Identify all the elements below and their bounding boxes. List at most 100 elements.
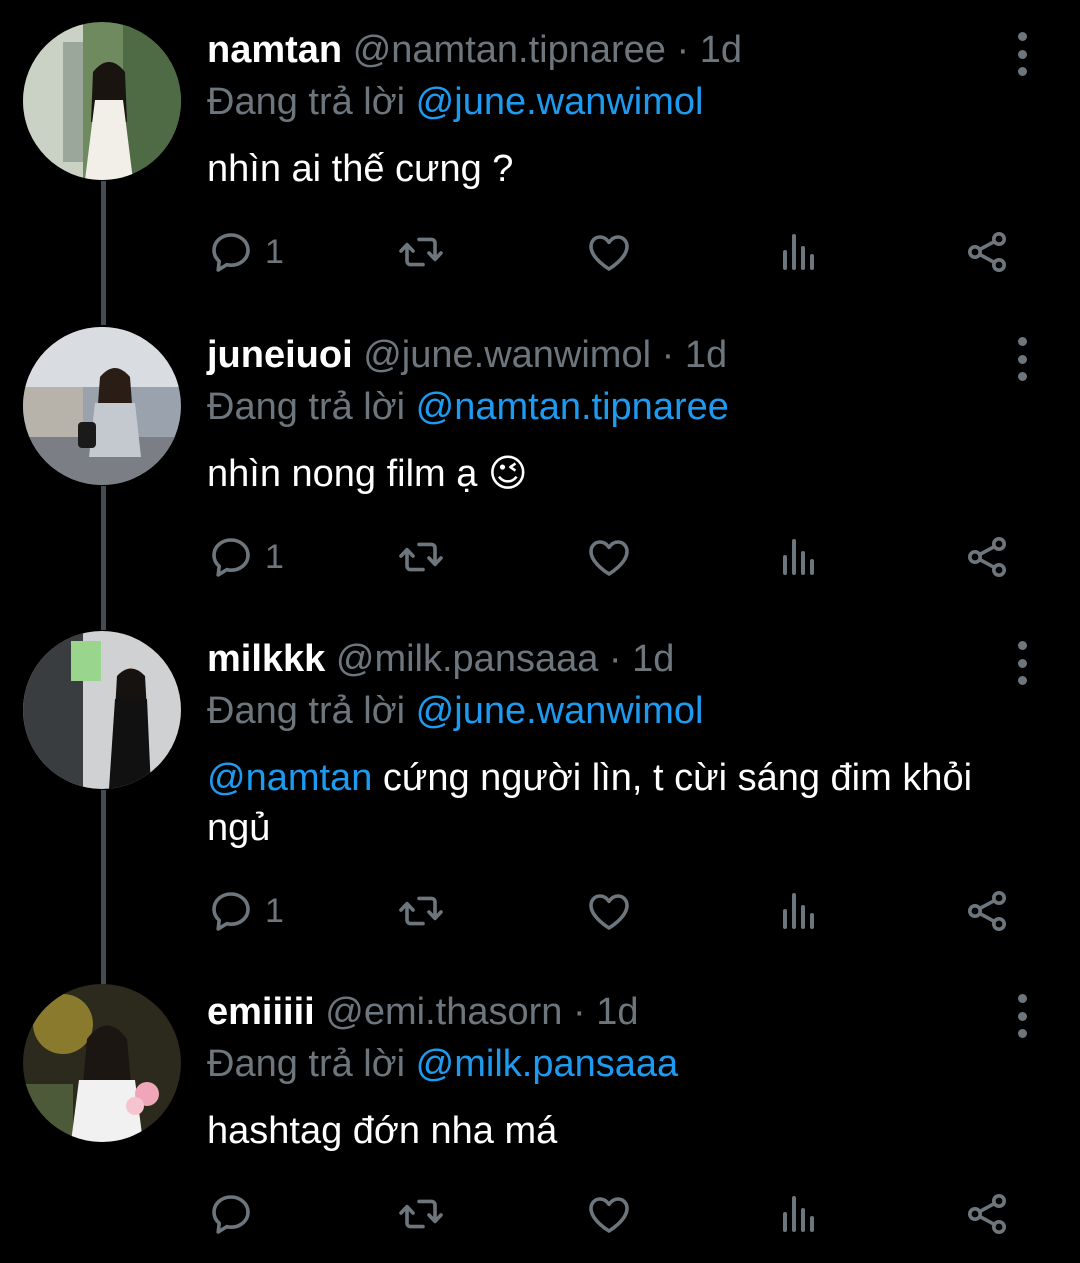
reply-icon <box>207 533 255 581</box>
reply-button[interactable]: 1 <box>207 527 284 587</box>
tweet-text: hashtag đớn nha má <box>207 1106 1007 1156</box>
tweet[interactable]: emiiiii @emi.thasorn · 1d Đang trả lời @… <box>0 984 1080 1263</box>
retweet-icon <box>397 1190 445 1238</box>
action-bar: 1 <box>0 881 1080 941</box>
user-handle[interactable]: @namtan.tipnaree <box>353 29 666 71</box>
reply-count: 1 <box>265 891 284 930</box>
share-icon <box>963 887 1011 935</box>
tweet-text: nhìn nong film ạ 😉 <box>207 449 1007 499</box>
display-name[interactable]: juneiuoi <box>207 334 353 376</box>
reply-icon <box>207 228 255 276</box>
tweet[interactable]: milkkk @milk.pansaaa · 1d Đang trả lời @… <box>0 631 1080 981</box>
display-name[interactable]: emiiiii <box>207 991 315 1033</box>
reply-icon <box>207 887 255 935</box>
retweet-button[interactable] <box>397 881 445 941</box>
replying-to-mention[interactable]: @milk.pansaaa <box>416 1043 678 1085</box>
tweet-header: namtan @namtan.tipnaree · 1d <box>207 28 990 72</box>
action-bar <box>0 1184 1080 1244</box>
analytics-icon <box>775 1190 823 1238</box>
like-icon <box>585 887 633 935</box>
tweet-header: milkkk @milk.pansaaa · 1d <box>207 637 990 681</box>
share-button[interactable] <box>963 881 1011 941</box>
replying-to: Đang trả lời @namtan.tipnaree <box>207 385 729 429</box>
user-handle[interactable]: @emi.thasorn <box>325 991 562 1033</box>
separator-dot: · <box>661 334 675 376</box>
replying-to-label: Đang trả lời <box>207 386 406 428</box>
replying-to-label: Đang trả lời <box>207 1043 406 1085</box>
share-button[interactable] <box>963 1184 1011 1244</box>
timestamp[interactable]: 1d <box>700 29 742 71</box>
replying-to-mention[interactable]: @june.wanwimol <box>416 690 704 732</box>
replying-to-label: Đang trả lời <box>207 81 406 123</box>
share-icon <box>963 533 1011 581</box>
separator-dot: · <box>608 638 622 680</box>
reply-count: 1 <box>265 232 284 271</box>
avatar[interactable] <box>23 22 181 180</box>
separator-dot: · <box>572 991 586 1033</box>
tweet[interactable]: namtan @namtan.tipnaree · 1d Đang trả lờ… <box>0 22 1080 322</box>
retweet-icon <box>397 887 445 935</box>
reply-button[interactable] <box>207 1184 265 1244</box>
user-handle[interactable]: @june.wanwimol <box>363 334 651 376</box>
share-icon <box>963 1190 1011 1238</box>
display-name[interactable]: milkkk <box>207 638 325 680</box>
user-handle[interactable]: @milk.pansaaa <box>336 638 598 680</box>
replying-to-mention[interactable]: @june.wanwimol <box>416 81 704 123</box>
like-button[interactable] <box>585 1184 633 1244</box>
action-bar: 1 <box>0 222 1080 282</box>
replying-to: Đang trả lời @milk.pansaaa <box>207 1042 678 1086</box>
more-icon[interactable] <box>1004 337 1040 381</box>
share-button[interactable] <box>963 222 1011 282</box>
separator-dot: · <box>676 29 690 71</box>
retweet-button[interactable] <box>397 527 445 587</box>
more-icon[interactable] <box>1004 641 1040 685</box>
like-button[interactable] <box>585 222 633 282</box>
analytics-icon <box>775 887 823 935</box>
action-bar: 1 <box>0 527 1080 587</box>
retweet-button[interactable] <box>397 1184 445 1244</box>
tweet-header: juneiuoi @june.wanwimol · 1d <box>207 333 990 377</box>
reply-button[interactable]: 1 <box>207 881 284 941</box>
retweet-button[interactable] <box>397 222 445 282</box>
analytics-button[interactable] <box>775 222 823 282</box>
analytics-icon <box>775 533 823 581</box>
replying-to: Đang trả lời @june.wanwimol <box>207 689 703 733</box>
share-icon <box>963 228 1011 276</box>
body-text: nhìn ai thế cưng ? <box>207 148 514 190</box>
timestamp[interactable]: 1d <box>685 334 727 376</box>
tweet-text: @namtan cứng người lìn, t cừi sáng đim k… <box>207 753 1007 853</box>
replying-to-mention[interactable]: @namtan.tipnaree <box>416 386 729 428</box>
reply-count: 1 <box>265 537 284 576</box>
avatar[interactable] <box>23 327 181 485</box>
body-text: hashtag đớn nha má <box>207 1110 558 1152</box>
tweet-text: nhìn ai thế cưng ? <box>207 144 1007 194</box>
analytics-button[interactable] <box>775 1184 823 1244</box>
display-name[interactable]: namtan <box>207 29 342 71</box>
avatar[interactable] <box>23 984 181 1142</box>
more-icon[interactable] <box>1004 994 1040 1038</box>
analytics-icon <box>775 228 823 276</box>
reply-thread: namtan @namtan.tipnaree · 1d Đang trả lờ… <box>0 0 1080 1263</box>
body-text: nhìn nong film ạ 😉 <box>207 453 528 495</box>
like-button[interactable] <box>585 527 633 587</box>
analytics-button[interactable] <box>775 881 823 941</box>
like-button[interactable] <box>585 881 633 941</box>
timestamp[interactable]: 1d <box>632 638 674 680</box>
replying-to: Đang trả lời @june.wanwimol <box>207 80 703 124</box>
reply-icon <box>207 1190 255 1238</box>
retweet-icon <box>397 533 445 581</box>
share-button[interactable] <box>963 527 1011 587</box>
timestamp[interactable]: 1d <box>596 991 638 1033</box>
replying-to-label: Đang trả lời <box>207 690 406 732</box>
reply-button[interactable]: 1 <box>207 222 284 282</box>
retweet-icon <box>397 228 445 276</box>
like-icon <box>585 533 633 581</box>
avatar[interactable] <box>23 631 181 789</box>
tweet[interactable]: juneiuoi @june.wanwimol · 1d Đang trả lờ… <box>0 327 1080 627</box>
body-mention[interactable]: @namtan <box>207 757 372 799</box>
like-icon <box>585 1190 633 1238</box>
like-icon <box>585 228 633 276</box>
analytics-button[interactable] <box>775 527 823 587</box>
tweet-header: emiiiii @emi.thasorn · 1d <box>207 990 990 1034</box>
more-icon[interactable] <box>1004 32 1040 76</box>
